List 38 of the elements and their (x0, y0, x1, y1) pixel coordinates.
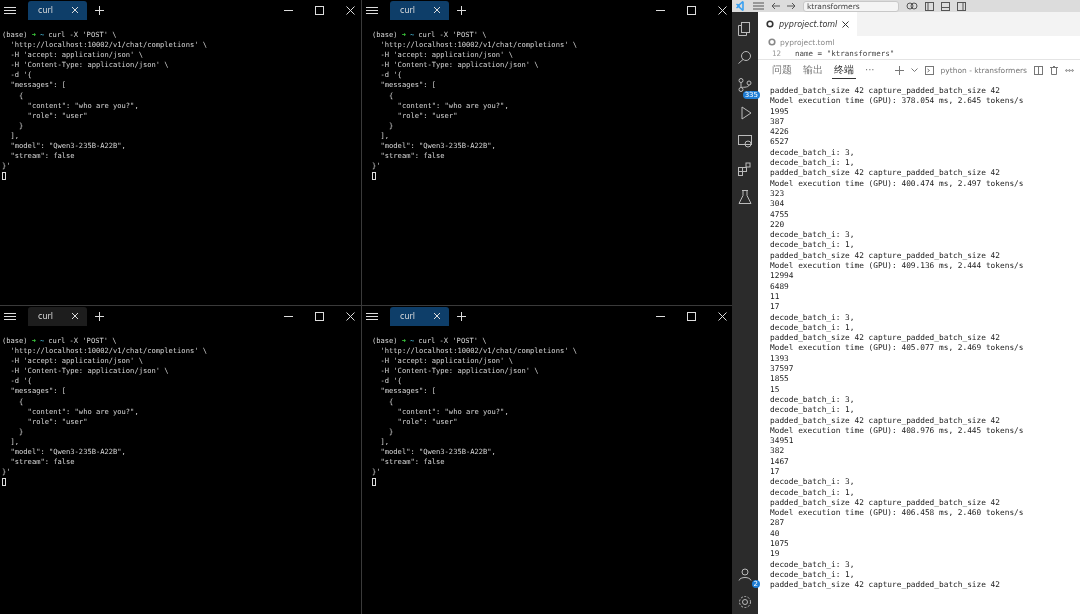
vscode-logo-icon (736, 1, 746, 11)
cursor-icon (372, 478, 376, 487)
run-debug-icon[interactable] (738, 106, 752, 120)
close-icon[interactable] (842, 20, 850, 28)
panel-tab[interactable]: 输出 (801, 61, 825, 79)
extensions-icon[interactable] (738, 162, 752, 176)
flask-icon[interactable] (738, 190, 752, 204)
maximize-icon[interactable] (315, 5, 324, 15)
source-control-icon[interactable] (738, 78, 752, 92)
panel-tab[interactable]: 问题 (770, 61, 794, 79)
maximize-icon[interactable] (315, 311, 324, 321)
cursor-icon (2, 478, 6, 487)
layout-icon[interactable] (925, 1, 934, 11)
search-icon[interactable] (738, 50, 752, 64)
layout-icon[interactable] (941, 1, 950, 11)
settings-icon[interactable] (738, 595, 752, 609)
maximize-icon[interactable] (687, 311, 696, 321)
terminal-tab[interactable]: curl (28, 306, 87, 326)
trash-icon[interactable] (1050, 65, 1058, 75)
back-arrow-icon[interactable] (771, 2, 780, 10)
cursor-icon (2, 172, 6, 181)
chevron-down-icon[interactable] (910, 67, 918, 73)
split-icon[interactable] (1034, 65, 1043, 75)
forward-arrow-icon[interactable] (787, 2, 796, 10)
maximize-icon[interactable] (687, 5, 696, 15)
files-icon[interactable] (738, 22, 752, 36)
panel-tab[interactable]: 终端 (832, 61, 856, 79)
remote-explorer-icon[interactable] (738, 134, 752, 148)
cursor-icon (372, 172, 376, 181)
panel-tab[interactable]: ··· (863, 61, 877, 79)
terminal-tab[interactable]: curl (390, 306, 449, 326)
account-icon[interactable] (738, 567, 752, 581)
terminal-tab[interactable]: curl (28, 0, 87, 20)
layout-icon[interactable] (957, 1, 966, 11)
terminal-icon (924, 65, 934, 75)
more-icon[interactable] (1065, 68, 1074, 72)
editor-tab[interactable]: pyproject.toml (758, 12, 858, 36)
terminal-tab[interactable]: curl (390, 0, 449, 20)
